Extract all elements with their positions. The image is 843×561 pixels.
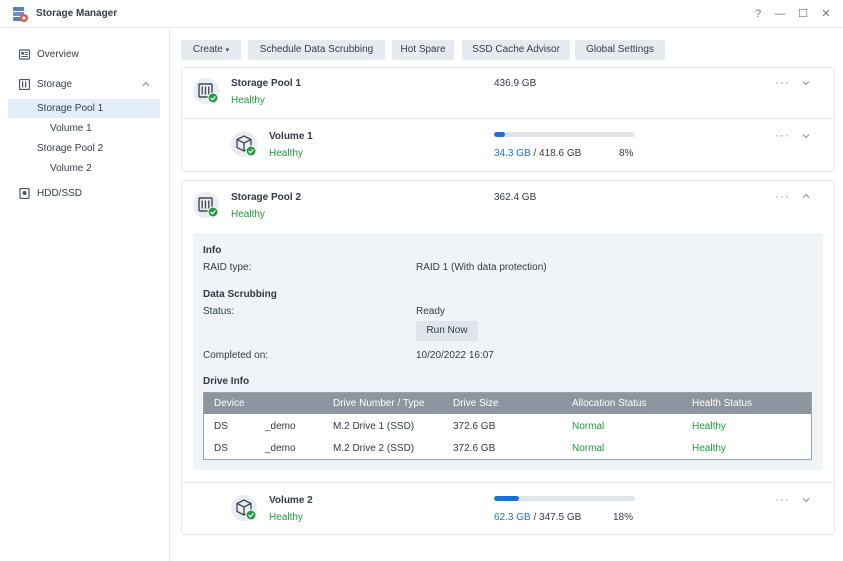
caret-down-icon: ▾: [225, 47, 230, 54]
global-settings-button[interactable]: Global Settings: [575, 40, 665, 60]
title-bar: Storage Manager ? — ☐ ✕: [0, 0, 843, 28]
row-divider: [181, 118, 835, 119]
volume-usage-fill: [494, 496, 520, 501]
pool-status: Healthy: [231, 209, 265, 220]
drive-allocation-status: Normal: [572, 421, 605, 432]
data-scrubbing-heading: Data Scrubbing: [203, 289, 277, 300]
column-header-device[interactable]: Device: [214, 398, 245, 409]
help-button[interactable]: ?: [750, 6, 766, 22]
volume-cube-icon: [231, 495, 257, 521]
drive-allocation-status: Normal: [572, 443, 605, 454]
volume-total: 418.6 GB: [539, 148, 582, 159]
ssd-cache-advisor-button[interactable]: SSD Cache Advisor: [462, 40, 570, 60]
drive-info-heading: Drive Info: [203, 376, 250, 387]
volume-used: 34.3 GB: [494, 148, 531, 159]
pool-status: Healthy: [231, 95, 265, 106]
volume-status: Healthy: [269, 512, 303, 523]
volume-usage-bar: [494, 496, 635, 501]
hdd-icon: [19, 188, 30, 199]
maximize-button[interactable]: ☐: [795, 6, 811, 22]
window-title: Storage Manager: [36, 8, 118, 19]
sidebar-item-label: HDD/SSD: [37, 188, 83, 199]
chevron-down-icon[interactable]: [801, 78, 811, 88]
usage-separator: /: [530, 148, 540, 159]
volume-percent: 18%: [613, 512, 634, 523]
overview-icon: [19, 49, 30, 60]
volume-name: Volume 1: [269, 131, 313, 142]
pool-icon: [193, 192, 219, 218]
sidebar-item-storage[interactable]: Storage: [19, 75, 159, 95]
pool-name: Storage Pool 1: [231, 78, 302, 89]
info-heading: Info: [203, 245, 222, 256]
sidebar-item-volume-1[interactable]: Volume 1: [50, 119, 92, 138]
chevron-down-icon[interactable]: [801, 131, 811, 141]
drive-size: 372.6 GB: [453, 443, 496, 454]
drive-health-status: Healthy: [692, 443, 726, 454]
drive-health-status: Healthy: [692, 421, 726, 432]
volume-usage: 62.3 GB / 347.5 GB: [494, 512, 581, 523]
sidebar-item-label: Overview: [37, 49, 79, 60]
column-header-drive-size[interactable]: Drive Size: [453, 398, 499, 409]
sidebar-item-volume-2[interactable]: Volume 2: [50, 159, 92, 178]
storage-icon: [19, 79, 30, 90]
scrub-status-label: Status:: [203, 306, 235, 317]
column-header-drive-number[interactable]: Drive Number / Type: [333, 398, 425, 409]
sidebar-item-hdd-ssd[interactable]: HDD/SSD: [19, 184, 159, 204]
more-icon[interactable]: ···: [775, 492, 790, 506]
table-header: Device Drive Number / Type Drive Size Al…: [204, 393, 811, 414]
run-now-button[interactable]: Run Now: [416, 321, 478, 341]
schedule-data-scrubbing-button[interactable]: Schedule Data Scrubbing: [248, 40, 385, 60]
volume-percent: 8%: [619, 148, 634, 159]
completed-on-label: Completed on:: [203, 350, 269, 361]
sidebar-item-storage-pool-1[interactable]: Storage Pool 1: [8, 99, 160, 118]
usage-separator: /: [530, 512, 540, 523]
volume-total: 347.5 GB: [539, 512, 582, 523]
drive-number: M.2 Drive 2 (SSD): [333, 443, 415, 454]
pool-size: 436.9 GB: [494, 78, 537, 89]
hot-spare-button[interactable]: Hot Spare: [392, 40, 454, 60]
raid-type-label: RAID type:: [203, 262, 252, 273]
volume-name: Volume 2: [269, 495, 313, 506]
drive-device: DS: [214, 421, 228, 432]
row-divider: [181, 482, 835, 483]
pool-icon: [193, 78, 219, 104]
volume-usage: 34.3 GB / 418.6 GB: [494, 148, 581, 159]
raid-type-value: RAID 1 (With data protection): [416, 262, 547, 273]
more-icon[interactable]: ···: [775, 128, 790, 142]
volume-used: 62.3 GB: [494, 512, 531, 523]
close-button[interactable]: ✕: [818, 6, 834, 22]
chevron-down-icon[interactable]: [801, 495, 811, 505]
sidebar-item-overview[interactable]: Overview: [19, 45, 159, 65]
column-header-allocation-status[interactable]: Allocation Status: [572, 398, 647, 409]
pool-name: Storage Pool 2: [231, 192, 302, 203]
drive-device: DS: [214, 443, 228, 454]
volume-usage-bar: [494, 132, 635, 137]
chevron-up-icon[interactable]: [801, 191, 811, 201]
create-label: Create: [192, 44, 223, 55]
minimize-button[interactable]: —: [772, 6, 788, 22]
sidebar-item-label: Storage: [37, 79, 73, 90]
more-icon[interactable]: ···: [775, 75, 790, 89]
create-button[interactable]: Create ▾: [181, 40, 241, 60]
drive-size: 372.6 GB: [453, 421, 496, 432]
pool-size: 362.4 GB: [494, 192, 537, 203]
volume-cube-icon: [231, 131, 257, 157]
column-header-health-status[interactable]: Health Status: [692, 398, 752, 409]
drive-number: M.2 Drive 1 (SSD): [333, 421, 415, 432]
more-icon[interactable]: ···: [775, 189, 790, 203]
sidebar: Overview Storage Storage Pool 1 Volume 1…: [0, 29, 170, 561]
drive-device-suffix: _demo: [265, 443, 296, 454]
drive-device-suffix: _demo: [265, 421, 296, 432]
drive-info-table: Device Drive Number / Type Drive Size Al…: [203, 392, 812, 460]
scrub-status-value: Ready: [416, 306, 445, 317]
chevron-up-icon[interactable]: [142, 81, 150, 87]
sidebar-item-storage-pool-2[interactable]: Storage Pool 2: [37, 139, 103, 158]
volume-status: Healthy: [269, 148, 303, 159]
volume-usage-fill: [494, 132, 506, 137]
storage-manager-app-icon: [13, 7, 28, 22]
completed-on-value: 10/20/2022 16:07: [416, 350, 494, 361]
